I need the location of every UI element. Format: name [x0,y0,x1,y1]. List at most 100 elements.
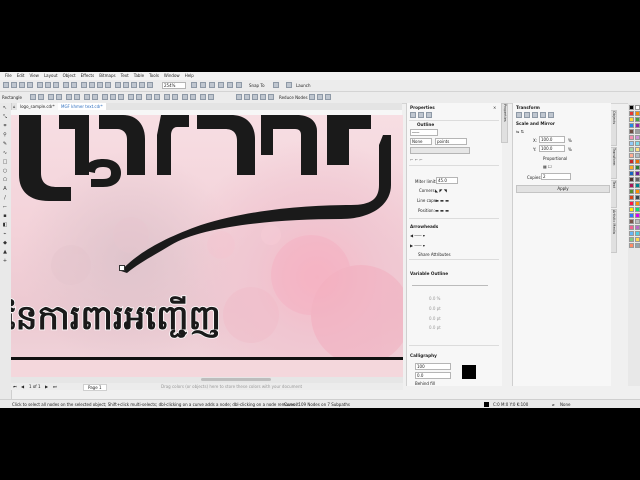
palette-swatch[interactable] [629,243,634,248]
palette-swatch[interactable] [629,171,634,176]
palette-swatch[interactable] [635,111,640,116]
palette-swatch[interactable] [635,183,640,188]
palette-swatch[interactable] [635,243,640,248]
palette-swatch[interactable] [635,237,640,242]
palette-swatch[interactable] [635,201,640,206]
pan-tool-icon[interactable] [200,82,206,88]
smooth-node-icon[interactable] [110,94,116,100]
rotate-nodes-icon[interactable] [164,94,170,100]
node-marquee-icon[interactable] [325,94,331,100]
menu-text[interactable]: Text [121,72,129,80]
break-curve-icon[interactable] [74,94,80,100]
publish-pdf-icon[interactable] [105,82,111,88]
palette-swatch[interactable] [635,213,640,218]
paste-icon[interactable] [53,82,59,88]
node-options-icon[interactable] [236,94,242,100]
size-tab-icon[interactable] [540,112,546,118]
menu-layout[interactable]: Layout [44,72,58,80]
palette-swatch[interactable] [629,129,634,134]
scale-y-field[interactable]: 100.0 [539,145,565,152]
outline-style-icons[interactable]: ⌐ ⌐ ⌐ [410,157,423,162]
node-icon-2[interactable] [38,94,44,100]
vo-value-3[interactable]: 0.0 pt [429,316,441,321]
palette-swatch[interactable] [629,123,634,128]
guidelines-icon[interactable] [147,82,153,88]
menu-file[interactable]: File [5,72,12,80]
page-tab[interactable]: Page 1 [83,384,107,391]
stretch-nodes-icon[interactable] [154,94,160,100]
miter-limit-field[interactable]: 45.0 [436,177,458,184]
palette-swatch[interactable] [629,153,634,158]
palette-swatch[interactable] [635,135,640,140]
behind-fill-checkbox[interactable]: Behind fill [415,381,435,386]
outline-color-field[interactable] [410,147,470,154]
position-tab-icon[interactable] [516,112,522,118]
palette-swatch[interactable] [629,147,634,152]
outline-width-field[interactable]: None [410,138,432,145]
outline-units-select[interactable]: points [435,138,467,145]
full-screen-icon[interactable] [123,82,129,88]
palette-swatch[interactable] [629,207,634,212]
curve-option-icon[interactable] [268,94,274,100]
dynamic-guides-icon[interactable] [227,82,233,88]
menu-window[interactable]: Window [164,72,180,80]
transparency-tool-icon[interactable]: ◧ [2,223,8,228]
interactive-fill-tool-icon[interactable]: ◆ [2,241,8,246]
shape-tool-icon[interactable]: ⤡ [2,115,8,120]
position-options[interactable]: ▬ ▬ ▬ [435,208,449,213]
palette-swatch[interactable] [635,189,640,194]
add-node-icon[interactable] [48,94,54,100]
redo-icon[interactable] [71,82,77,88]
palette-swatch[interactable] [635,105,640,110]
rulers-icon[interactable] [131,82,137,88]
docker-tab-artistic-media[interactable]: Artistic Media [610,209,617,253]
palette-swatch[interactable] [635,219,640,224]
menu-object[interactable]: Object [63,72,76,80]
mirror-v-icon[interactable] [190,94,196,100]
palette-swatch[interactable] [635,177,640,182]
prev-page-icon[interactable]: ◀ [21,384,24,389]
symmetrical-node-icon[interactable] [118,94,124,100]
palette-swatch[interactable] [629,177,634,182]
palette-swatch[interactable] [629,195,634,200]
corners-options[interactable]: ◣ ◤ ◥ [435,188,447,193]
line-caps-options[interactable]: ▬ ▬ ▬ [435,198,449,203]
vo-value-4[interactable]: 0.0 pt [429,325,441,330]
anchor-grid[interactable]: ▦ ☐ [543,164,552,169]
menu-edit[interactable]: Edit [17,72,25,80]
grid-icon[interactable] [139,82,145,88]
palette-swatch[interactable] [629,183,634,188]
palette-swatch[interactable] [635,165,640,170]
skew-tab-icon[interactable] [548,112,554,118]
copies-field[interactable]: 2 [541,173,571,180]
palette-swatch[interactable] [629,159,634,164]
options-gear-icon[interactable] [273,82,279,88]
smart-fill-tool-icon[interactable]: ▲ [2,250,8,255]
menu-bitmaps[interactable]: Bitmaps [99,72,115,80]
text-tool-icon[interactable]: A [2,187,8,192]
rotate-tab-icon[interactable] [524,112,530,118]
palette-swatch[interactable] [635,207,640,212]
curve-smoothness-icon[interactable] [260,94,266,100]
palette-swatch[interactable] [635,225,640,230]
node-symmetric-icon[interactable] [317,94,323,100]
transparency-tab-icon[interactable] [426,112,432,118]
to-curve-icon[interactable] [92,94,98,100]
scale-x-field[interactable]: 100.0 [539,136,565,143]
proportional-checkbox[interactable]: Proportional [543,156,567,161]
outline-tab-icon[interactable] [410,112,416,118]
docker-tab-objects[interactable]: Objects [610,110,617,146]
scale-mirror-tab-icon[interactable] [532,112,538,118]
stretch-field[interactable]: 100 [415,363,451,370]
palette-swatch[interactable] [629,189,634,194]
cusp-node-icon[interactable] [102,94,108,100]
zoom-tool-icon[interactable]: ⚲ [2,133,8,138]
rectangle-tool-icon[interactable]: □ [2,160,8,165]
delete-node-icon[interactable] [56,94,62,100]
artistic-media-tool-icon[interactable]: ∿ [2,151,8,156]
mirror-h-icon[interactable] [182,94,188,100]
import-icon[interactable] [89,82,95,88]
menu-help[interactable]: Help [185,72,194,80]
tab-mgf-khmer[interactable]: MGF khmer text.cdr* [58,103,106,110]
app-launcher-icon[interactable] [115,82,121,88]
